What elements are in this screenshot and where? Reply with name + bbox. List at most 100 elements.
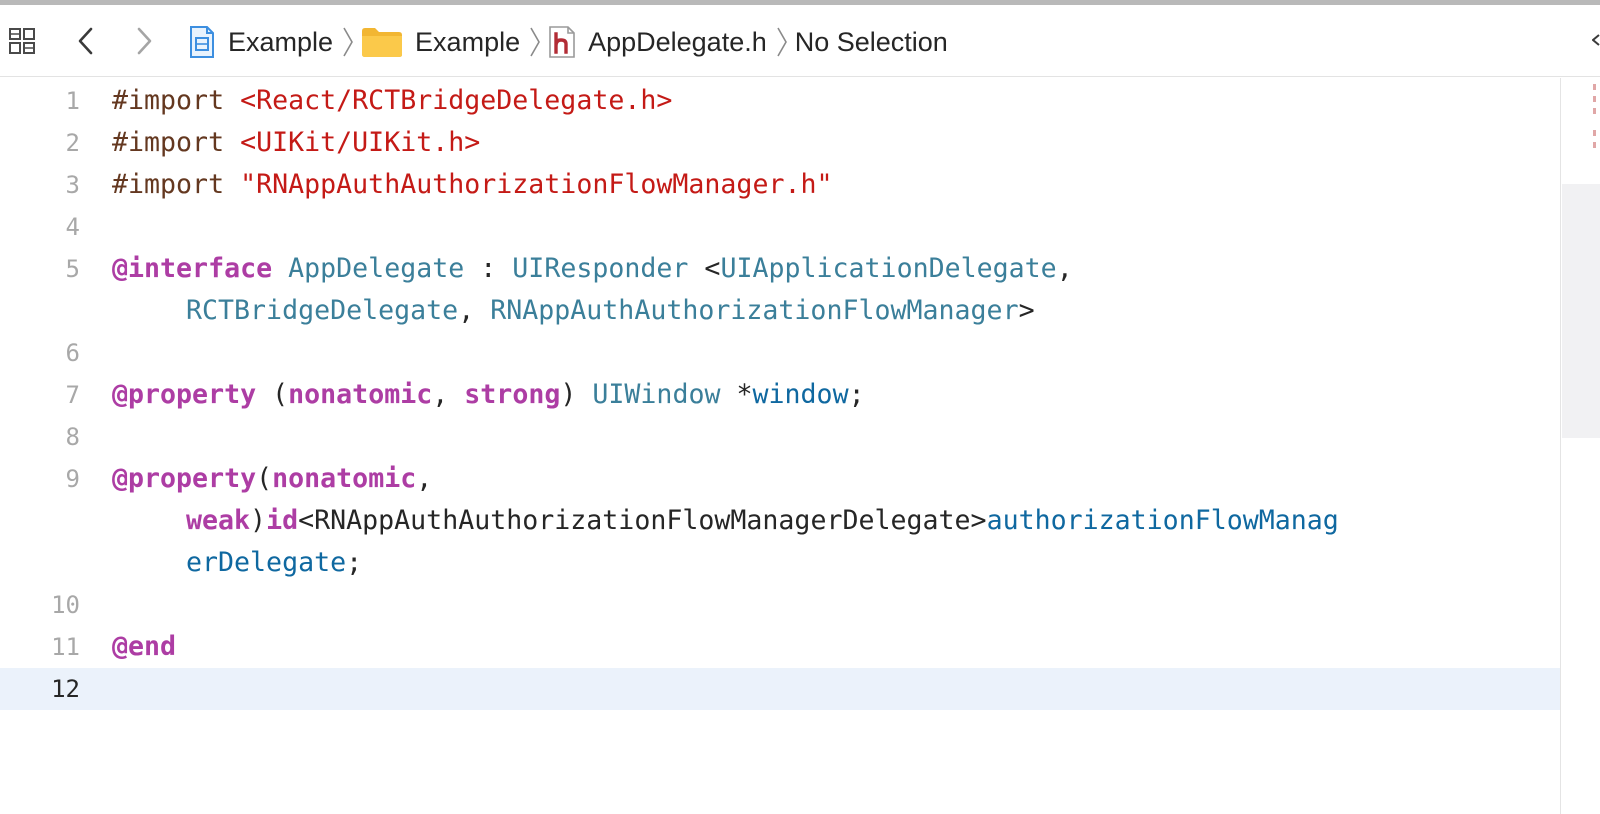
minimap-viewport[interactable] (1562, 184, 1600, 438)
code-token: "RNAppAuthAuthorizationFlowManager.h" (240, 169, 833, 200)
chevron-right-icon (528, 25, 542, 59)
code-token: @property (112, 379, 257, 410)
chevron-right-icon (775, 25, 789, 59)
code-text: @end (112, 626, 176, 668)
code-text: weak)id<RNAppAuthAuthorizationFlowManage… (186, 500, 1339, 542)
code-token: , (1056, 253, 1073, 284)
code-line[interactable]: 4 (0, 206, 1560, 248)
line-number: 11 (51, 633, 80, 661)
code-token: id (266, 505, 299, 536)
code-token: strong (464, 379, 561, 410)
code-token: weak (186, 505, 251, 536)
code-line[interactable]: 8 (0, 416, 1560, 458)
code-token: ( (256, 463, 273, 494)
related-items-button[interactable] (4, 23, 40, 59)
code-line[interactable]: 2 #import <UIKit/UIKit.h> (0, 122, 1560, 164)
line-number: 1 (65, 87, 80, 115)
code-token: ( (256, 379, 289, 410)
line-number: 7 (65, 381, 80, 409)
code-token: ) (560, 379, 593, 410)
breadcrumb-file[interactable]: AppDelegate.h (548, 25, 767, 59)
minimap-line-marker (1593, 130, 1596, 136)
xcode-project-icon (188, 25, 216, 59)
code-token: <RNAppAuthAuthorizationFlowManagerDelega… (298, 505, 987, 536)
code-line[interactable]: 7 @property (nonatomic, strong) UIWindow … (0, 374, 1560, 416)
chevron-left-icon[interactable] (1592, 31, 1600, 49)
code-token: @property (112, 463, 257, 494)
line-number: 6 (65, 339, 80, 367)
code-token: #import (112, 169, 241, 200)
code-token: nonatomic (288, 379, 433, 410)
minimap[interactable] (1560, 78, 1600, 814)
code-token: ; (848, 379, 865, 410)
code-line[interactable]: RCTBridgeDelegate, RNAppAuthAuthorizatio… (0, 290, 1560, 332)
code-token: < (688, 253, 721, 284)
code-token: * (720, 379, 753, 410)
line-number: 3 (65, 171, 80, 199)
forward-button[interactable] (126, 23, 162, 59)
line-number: 12 (51, 675, 80, 703)
breadcrumb: Example Example AppDelegate.h No Selecti… (188, 25, 948, 59)
code-token: UIApplicationDelegate (720, 253, 1057, 284)
source-editor[interactable]: 1 #import <React/RCTBridgeDelegate.h> 2 #im… (0, 78, 1560, 814)
code-token: AppDelegate (288, 253, 465, 284)
code-text: @interface AppDelegate : UIResponder <UI… (112, 248, 1073, 290)
code-token: UIWindow (592, 379, 721, 410)
code-token: RCTBridgeDelegate (186, 295, 459, 326)
code-token: window (752, 379, 849, 410)
code-line[interactable]: 10 (0, 584, 1560, 626)
breadcrumb-label: Example (415, 26, 521, 57)
code-token: nonatomic (272, 463, 417, 494)
code-text: @property(nonatomic, (112, 458, 432, 500)
back-button[interactable] (68, 23, 104, 59)
code-line[interactable]: 6 (0, 332, 1560, 374)
breadcrumb-label: AppDelegate.h (588, 26, 767, 57)
code-line[interactable]: 9 @property(nonatomic, (0, 458, 1560, 500)
header-file-icon (548, 25, 576, 59)
code-token: #import (112, 127, 241, 158)
code-token: > (1018, 295, 1035, 326)
minimap-line-marker (1593, 84, 1596, 90)
code-token: RNAppAuthAuthorizationFlowManager (490, 295, 1019, 326)
code-text: #import <React/RCTBridgeDelegate.h> (112, 80, 672, 122)
breadcrumb-project[interactable]: Example (188, 25, 333, 59)
code-text: #import <UIKit/UIKit.h> (112, 122, 480, 164)
code-token: ; (346, 547, 363, 578)
code-token: authorizationFlowManag (986, 505, 1339, 536)
related-items-grid-icon (9, 28, 35, 54)
code-line[interactable]: erDelegate; (0, 542, 1560, 584)
code-line[interactable]: 11 @end (0, 626, 1560, 668)
code-line[interactable]: 12 (0, 668, 1560, 710)
code-token: , (458, 295, 491, 326)
code-token: : (464, 253, 513, 284)
line-number: 5 (65, 255, 80, 283)
code-token: @end (112, 631, 177, 662)
code-text: #import "RNAppAuthAuthorizationFlowManag… (112, 164, 833, 206)
breadcrumb-label: No Selection (794, 26, 948, 57)
line-number: 4 (65, 213, 80, 241)
minimap-line-marker (1593, 142, 1596, 148)
code-line[interactable]: 3 #import "RNAppAuthAuthorizationFlowMana… (0, 164, 1560, 206)
code-token: <React/RCTBridgeDelegate.h> (240, 85, 673, 116)
code-text: erDelegate; (186, 542, 362, 584)
minimap-line-marker (1593, 96, 1596, 102)
line-number: 8 (65, 423, 80, 451)
code-token: <UIKit/UIKit.h> (240, 127, 481, 158)
breadcrumb-folder[interactable]: Example (361, 26, 520, 58)
code-token: UIResponder (512, 253, 689, 284)
chevron-left-icon (78, 27, 93, 55)
code-line[interactable]: weak)id<RNAppAuthAuthorizationFlowManage… (0, 500, 1560, 542)
folder-icon (361, 26, 403, 58)
chevron-right-icon (137, 27, 152, 55)
code-line[interactable]: 1 #import <React/RCTBridgeDelegate.h> (0, 80, 1560, 122)
breadcrumb-label: Example (228, 26, 334, 57)
chevron-right-icon (341, 25, 355, 59)
code-token: ) (250, 505, 267, 536)
breadcrumb-symbol[interactable]: No Selection (795, 27, 948, 58)
code-token: erDelegate (186, 547, 347, 578)
code-token: , (432, 379, 465, 410)
code-text: @property (nonatomic, strong) UIWindow *… (112, 374, 865, 416)
line-number: 2 (65, 129, 80, 157)
code-line[interactable]: 5 @interface AppDelegate : UIResponder <U… (0, 248, 1560, 290)
